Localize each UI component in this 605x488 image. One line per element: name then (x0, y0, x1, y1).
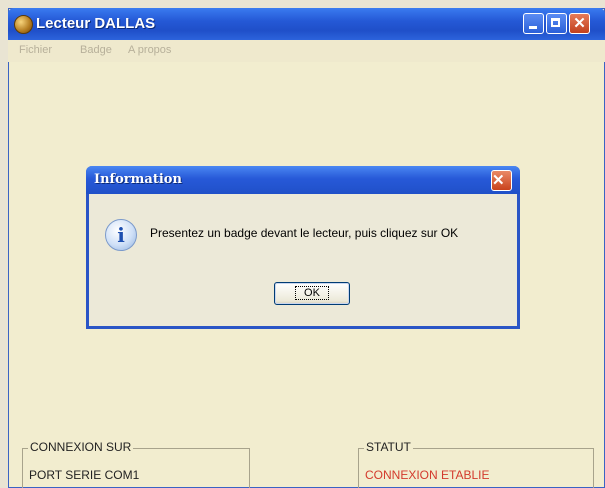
close-icon: ✕ (573, 15, 586, 32)
menu-fichier[interactable]: Fichier (19, 44, 52, 56)
dialog-close-button[interactable]: ✕ (491, 170, 512, 191)
statut-group: STATUT CONNEXION ETABLIE (358, 440, 594, 488)
menu-a-propos[interactable]: A propos (128, 44, 171, 56)
title-bar[interactable]: Lecteur DALLAS ✕ (8, 8, 605, 40)
minimize-icon (529, 26, 537, 29)
menu-bar: Fichier Badge A propos (8, 40, 605, 62)
info-icon: i (105, 219, 137, 251)
minimize-button[interactable] (523, 13, 544, 34)
dialog-message: Presentez un badge devant le lecteur, pu… (150, 226, 459, 240)
ok-button[interactable]: OK (274, 282, 350, 305)
connexion-legend: CONNEXION SUR (28, 440, 134, 454)
connexion-group: CONNEXION SUR PORT SERIE COM1 (22, 440, 250, 488)
window-title: Lecteur DALLAS (36, 15, 156, 32)
information-dialog: Information ✕ i Presentez un badge devan… (86, 166, 520, 329)
menu-badge[interactable]: Badge (80, 44, 112, 56)
statut-value: CONNEXION ETABLIE (365, 468, 490, 482)
dialog-title-bar[interactable]: Information ✕ (86, 166, 520, 194)
statut-legend: STATUT (364, 440, 413, 454)
maximize-button[interactable] (546, 13, 567, 34)
close-button[interactable]: ✕ (569, 13, 590, 34)
dialog-title: Information (94, 172, 182, 187)
ok-button-label: OK (295, 286, 329, 300)
close-icon: ✕ (492, 172, 505, 189)
connexion-value: PORT SERIE COM1 (29, 468, 140, 482)
app-coin-icon (14, 15, 33, 34)
maximize-icon (551, 18, 560, 27)
